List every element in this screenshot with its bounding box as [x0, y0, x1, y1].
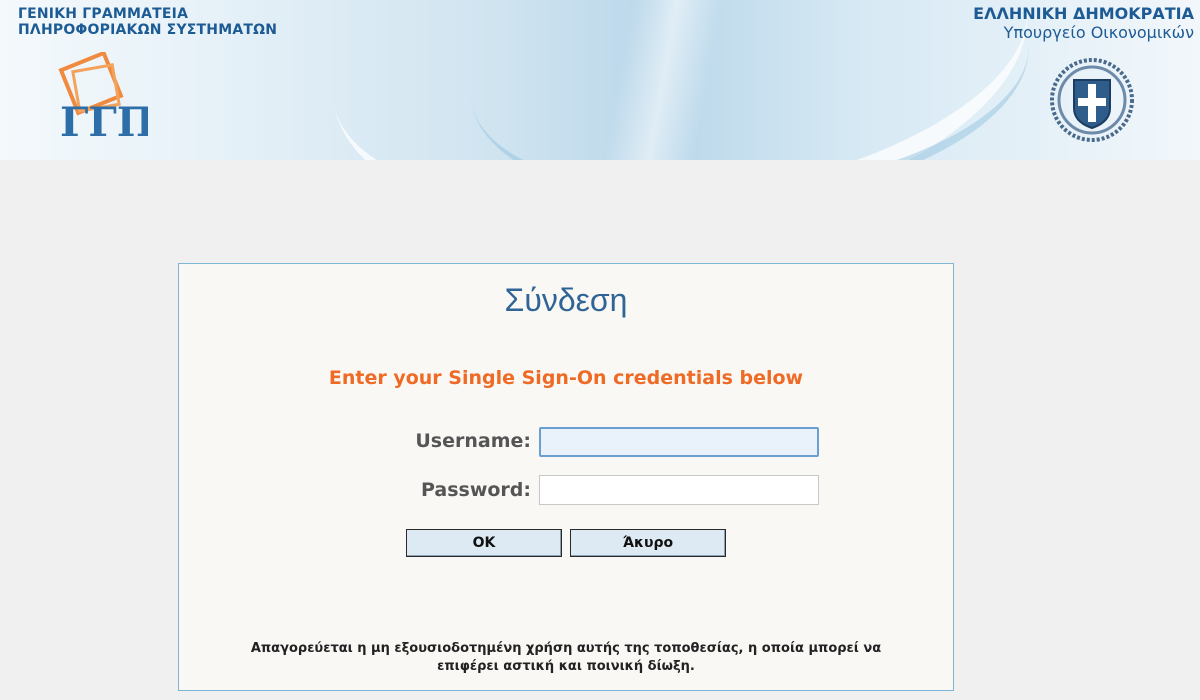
legal-warning-line1: Απαγορεύεται η μη εξουσιοδοτημένη χρήση …: [250, 641, 882, 656]
username-input[interactable]: [539, 427, 819, 457]
banner-swoosh: [457, 0, 1043, 160]
ok-button[interactable]: OK: [406, 529, 562, 557]
password-label: Password:: [420, 479, 531, 501]
logo-text: ΓΓΠΣ: [60, 99, 148, 142]
legal-warning-line2: επιφέρει αστική και ποινική δίωξη.: [437, 659, 695, 674]
ministry-name: Υπουργείο Οικονομικών: [1003, 23, 1194, 42]
username-label: Username:: [415, 430, 531, 452]
gsis-logo: ΓΓΠΣ: [58, 52, 148, 142]
greek-coat-of-arms-icon: [1050, 58, 1134, 142]
page-title: Σύνδεση: [504, 282, 628, 318]
gsis-title-line2: ΠΛΗΡΟΦΟΡΙΑΚΩΝ ΣΥΣΤΗΜΑΤΩΝ: [18, 22, 278, 38]
republic-title-line1: ΕΛΛΗΝΙΚΗ ΔΗΜΟΚΡΑΤΙΑ: [973, 4, 1194, 23]
instructions-text: Enter your Single Sign-On credentials be…: [328, 367, 804, 389]
password-input[interactable]: [539, 475, 819, 505]
gsis-title-line1: ΓΕΝΙΚΗ ΓΡΑΜΜΑΤΕΙΑ: [18, 6, 189, 22]
cancel-button[interactable]: Άκυρο: [570, 529, 726, 557]
legal-warning: Απαγορεύεται η μη εξουσιοδοτημένη χρήση …: [179, 640, 953, 676]
login-panel: Σύνδεση Enter your Single Sign-On creden…: [178, 263, 954, 691]
header-banner: ΓΕΝΙΚΗ ΓΡΑΜΜΑΤΕΙΑ ΠΛΗΡΟΦΟΡΙΑΚΩΝ ΣΥΣΤΗΜΑΤ…: [0, 0, 1200, 160]
gsis-title: ΓΕΝΙΚΗ ΓΡΑΜΜΑΤΕΙΑ ΠΛΗΡΟΦΟΡΙΑΚΩΝ ΣΥΣΤΗΜΑΤ…: [18, 6, 277, 38]
republic-title: ΕΛΛΗΝΙΚΗ ΔΗΜΟΚΡΑΤΙΑ Υπουργείο Οικονομικώ…: [973, 4, 1194, 42]
